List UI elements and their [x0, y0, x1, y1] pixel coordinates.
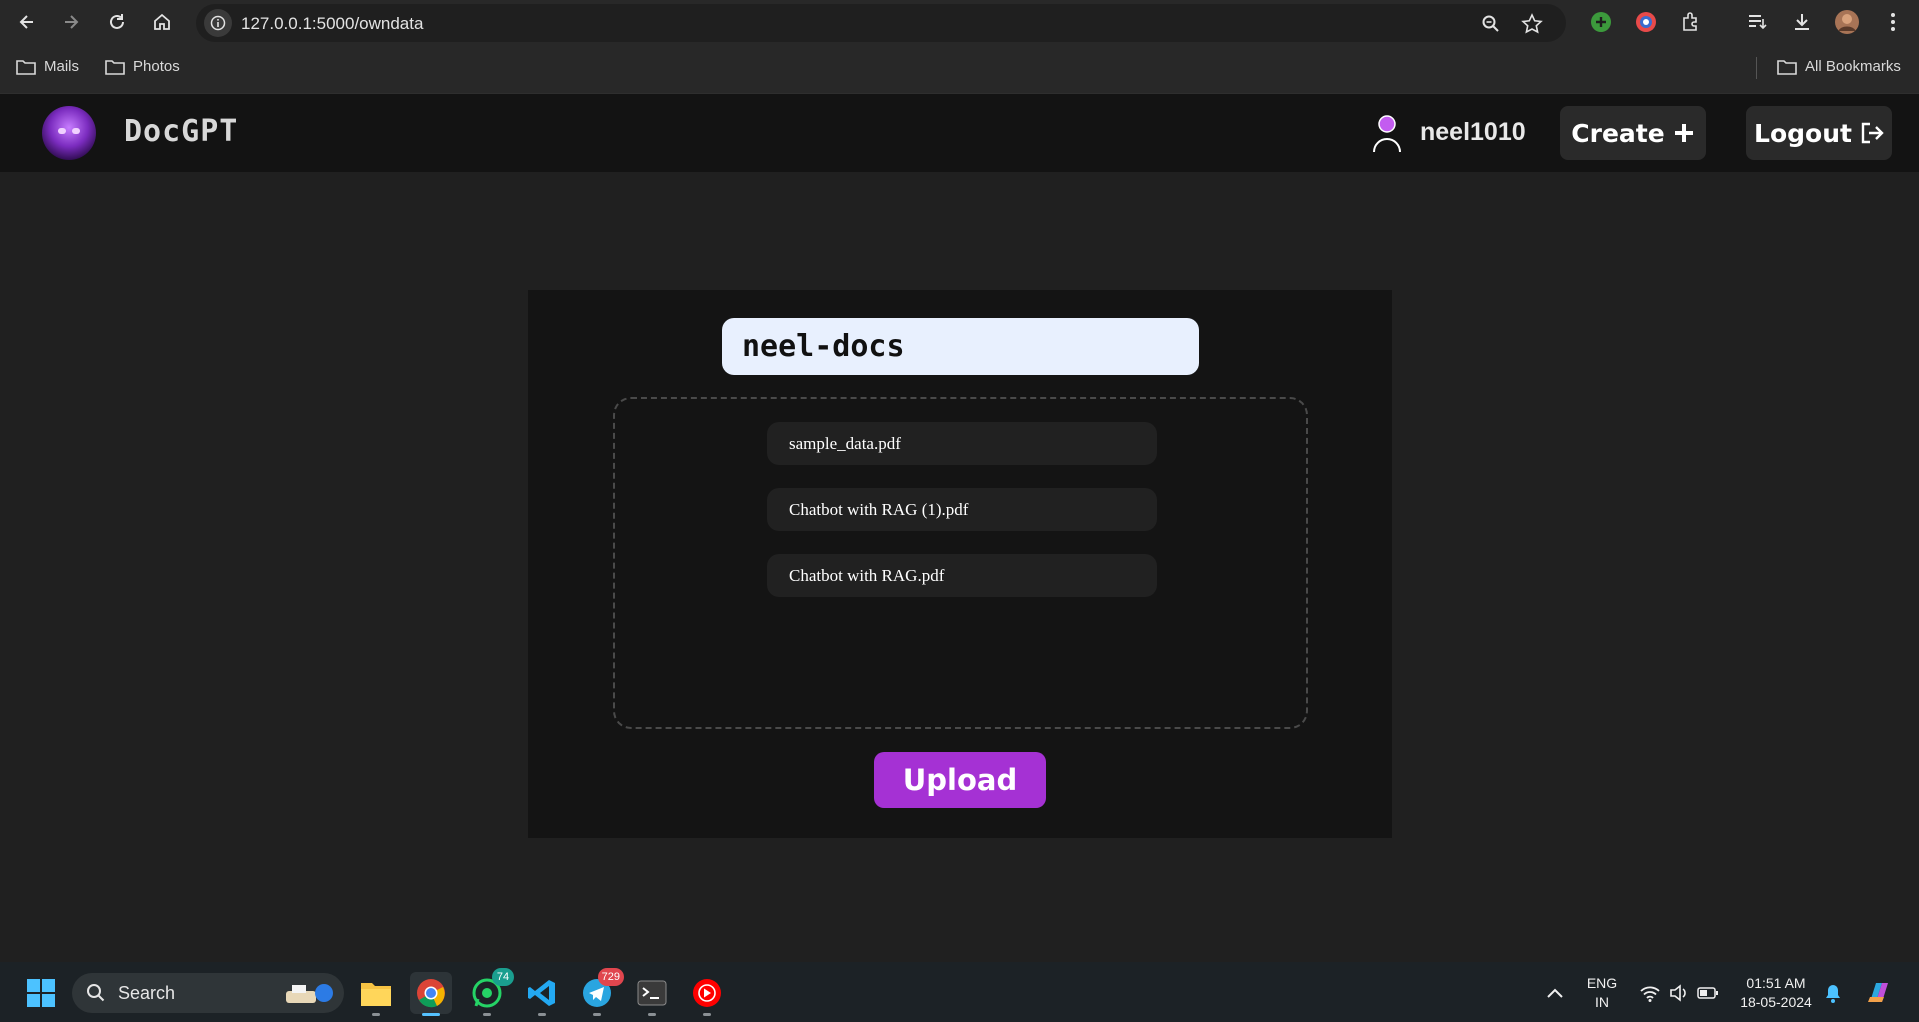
forward-button[interactable] [57, 8, 85, 36]
taskbar: Search 74 729 ENG IN 01:51 AM 18-05-2024 [0, 962, 1919, 1022]
file-name: sample_data.pdf [789, 433, 901, 453]
extensions-puzzle-icon[interactable] [1678, 9, 1704, 35]
home-button[interactable] [148, 8, 176, 36]
file-explorer-icon[interactable] [355, 972, 397, 1016]
back-button[interactable] [13, 8, 41, 36]
folder-icon [105, 59, 125, 75]
telegram-icon[interactable]: 729 [576, 968, 624, 1016]
username: neel1010 [1420, 118, 1526, 146]
search-highlight-icon [286, 984, 333, 1003]
taskbar-search[interactable]: Search [72, 973, 344, 1013]
all-bookmarks[interactable]: All Bookmarks [1777, 58, 1901, 75]
home-icon [154, 13, 170, 30]
file-name: Chatbot with RAG.pdf [789, 565, 945, 585]
site-info-icon[interactable] [204, 9, 232, 37]
logout-label: Logout [1754, 118, 1852, 148]
zoom-icon[interactable] [1480, 13, 1502, 35]
clock[interactable]: 01:51 AM 18-05-2024 [1734, 974, 1818, 1012]
reading-list-icon[interactable] [1744, 9, 1770, 35]
bookmark-photos[interactable]: Photos [105, 58, 180, 75]
reload-button[interactable] [103, 8, 131, 36]
telegram-badge: 729 [597, 968, 624, 986]
whatsapp-badge: 74 [492, 968, 514, 986]
bookmarks-bar: Mails Photos All Bookmarks [0, 44, 1919, 94]
vscode-icon[interactable] [521, 972, 563, 1016]
copilot-icon[interactable] [1858, 972, 1900, 1014]
extension-green-icon[interactable] [1588, 9, 1614, 35]
user-icon [1373, 115, 1401, 153]
bookmark-label: Photos [133, 58, 180, 75]
folder-icon [1777, 59, 1797, 75]
robot-logo-icon[interactable] [42, 106, 96, 160]
search-icon [87, 984, 105, 1002]
bookmark-star-icon[interactable] [1521, 13, 1543, 35]
upload-card: neel-docs sample_data.pdf Chatbot with R… [528, 290, 1392, 838]
create-label: Create [1571, 118, 1665, 148]
notification-bell-icon[interactable] [1814, 972, 1852, 1014]
url-text: 127.0.0.1:5000/owndata [241, 14, 424, 33]
folder-icon [16, 59, 36, 75]
search-label: Search [118, 982, 176, 1003]
collection-name-input[interactable]: neel-docs [722, 318, 1199, 375]
browser-toolbar: 127.0.0.1:5000/owndata [0, 0, 1919, 44]
file-item[interactable]: sample_data.pdf [767, 422, 1157, 465]
create-button[interactable]: Create [1560, 106, 1706, 160]
logout-button[interactable]: Logout [1746, 106, 1892, 160]
browser-menu-icon[interactable] [1880, 9, 1906, 35]
youtube-music-icon[interactable] [686, 972, 728, 1016]
volume-icon [1670, 984, 1686, 1002]
reload-icon [110, 14, 124, 29]
brand-name[interactable]: DocGPT [124, 114, 238, 149]
wifi-icon [1640, 986, 1660, 1002]
chrome-icon[interactable] [410, 972, 452, 1016]
battery-icon [1697, 987, 1718, 999]
all-bookmarks-label: All Bookmarks [1805, 58, 1901, 75]
file-dropzone[interactable]: sample_data.pdf Chatbot with RAG (1).pdf… [613, 397, 1308, 729]
arrow-right-icon [65, 15, 79, 29]
bookmark-label: Mails [44, 58, 80, 75]
extension-shield-icon[interactable] [1633, 9, 1659, 35]
bookmark-mails[interactable]: Mails [16, 58, 79, 75]
downloads-icon[interactable] [1789, 9, 1815, 35]
file-item[interactable]: Chatbot with RAG.pdf [767, 554, 1157, 597]
terminal-icon[interactable] [631, 972, 673, 1016]
windows-start-icon[interactable] [20, 972, 62, 1014]
logout-icon [1861, 122, 1884, 144]
profile-avatar-icon[interactable] [1834, 9, 1860, 35]
chevron-up-icon[interactable] [1534, 972, 1576, 1014]
file-name: Chatbot with RAG (1).pdf [789, 499, 969, 519]
file-item[interactable]: Chatbot with RAG (1).pdf [767, 488, 1157, 531]
address-bar[interactable]: 127.0.0.1:5000/owndata [196, 4, 1566, 42]
whatsapp-icon[interactable]: 74 [466, 968, 514, 1016]
plus-icon [1674, 124, 1693, 142]
system-tray-group[interactable] [1634, 972, 1724, 1014]
app-header: DocGPT neel1010 Create Logout [0, 94, 1919, 172]
upload-button[interactable]: Upload [874, 752, 1046, 808]
arrow-left-icon [19, 15, 33, 29]
language-indicator[interactable]: ENG IN [1582, 974, 1622, 1012]
bookmarks-divider [1756, 57, 1757, 79]
